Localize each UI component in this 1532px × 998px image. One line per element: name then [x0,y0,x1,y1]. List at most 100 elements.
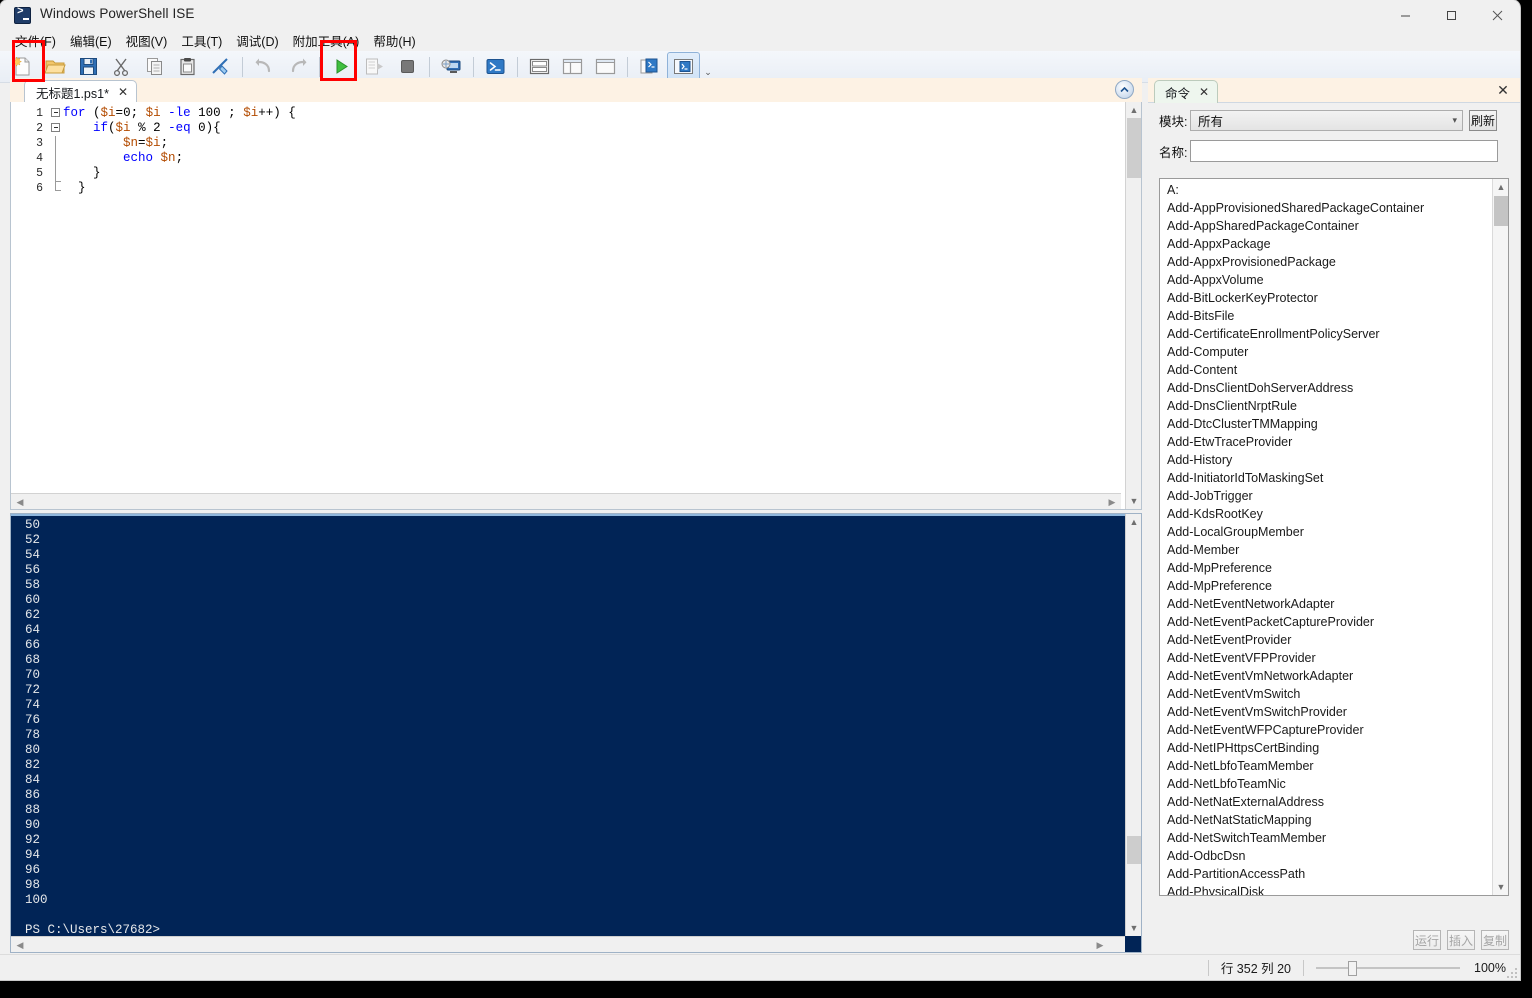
menu-file[interactable]: 文件(F) [8,30,63,52]
command-list-item[interactable]: Add-DtcClusterTMMapping [1160,415,1492,433]
code-content[interactable]: 1 for ($i=0; $i -le 100 ; $i++) { 2 if($… [11,106,1121,488]
command-list-item[interactable]: Add-AppProvisionedSharedPackageContainer [1160,199,1492,217]
stop-operation-icon[interactable] [392,53,423,81]
script-file-tab[interactable]: 无标题1.ps1* ✕ [24,80,138,103]
minimize-button[interactable] [1382,0,1428,31]
script-editor[interactable]: 1 for ($i=0; $i -le 100 ; $i++) { 2 if($… [10,102,1142,510]
save-icon[interactable] [73,53,104,81]
command-list-item[interactable]: Add-MpPreference [1160,577,1492,595]
command-list-item[interactable]: Add-AppSharedPackageContainer [1160,217,1492,235]
scroll-down-icon[interactable]: ▼ [1127,921,1141,935]
command-list-item[interactable]: Add-AppxProvisionedPackage [1160,253,1492,271]
scroll-right-icon[interactable]: ▶ [1105,495,1119,509]
paste-icon[interactable] [172,53,203,81]
console-output-area[interactable]: 50 52 54 56 58 60 62 64 66 68 70 72 74 7… [11,514,1125,936]
scroll-up-icon[interactable]: ▲ [1127,515,1141,529]
menu-view[interactable]: 视图(V) [119,30,175,52]
command-list-item[interactable]: Add-NetEventVmNetworkAdapter [1160,667,1492,685]
command-list-item[interactable]: Add-NetEventVmSwitch [1160,685,1492,703]
command-list[interactable]: A: Add-AppProvisionedSharedPackageContain… [1159,178,1509,896]
cut-scissors-icon[interactable] [106,53,137,81]
command-list-item[interactable]: Add-LocalGroupMember [1160,523,1492,541]
command-list-item[interactable]: Add-History [1160,451,1492,469]
command-list-item[interactable]: Add-BitLockerKeyProtector [1160,289,1492,307]
new-remote-session-icon[interactable] [436,53,467,81]
run-script-icon[interactable] [326,53,357,81]
maximize-button[interactable] [1428,0,1474,31]
scroll-right-icon[interactable]: ▶ [1093,938,1107,952]
layout-side-by-side-icon[interactable] [557,53,588,81]
scrollbar-thumb[interactable] [1127,836,1141,864]
close-icon[interactable]: ✕ [1199,85,1209,99]
command-list-item[interactable]: Add-NetNatExternalAddress [1160,793,1492,811]
scroll-up-icon[interactable]: ▲ [1127,103,1141,117]
layout-maximize-script-icon[interactable] [590,53,621,81]
script-horizontal-scrollbar[interactable]: ◀ ▶ [11,493,1121,509]
copy-icon[interactable] [139,53,170,81]
console-vertical-scrollbar[interactable]: ▲ ▼ [1125,514,1141,936]
scroll-up-icon[interactable]: ▲ [1494,180,1508,194]
menu-help[interactable]: 帮助(H) [366,30,422,52]
command-list-item[interactable]: Add-NetEventWFPCaptureProvider [1160,721,1492,739]
undo-icon[interactable] [249,53,280,81]
command-list-item[interactable]: Add-AppxPackage [1160,235,1492,253]
command-list-item[interactable]: Add-DnsClientNrptRule [1160,397,1492,415]
run-selection-icon[interactable] [359,53,390,81]
command-list-item[interactable]: Add-DnsClientDohServerAddress [1160,379,1492,397]
open-folder-icon[interactable] [40,53,71,81]
script-vertical-scrollbar[interactable]: ▲ ▼ [1125,102,1141,509]
redo-icon[interactable] [282,53,313,81]
resize-grip[interactable] [1506,966,1518,978]
copy-command-button[interactable]: 复制 [1481,930,1509,950]
menu-edit[interactable]: 编辑(E) [63,30,119,52]
layout-top-bottom-icon[interactable] [524,53,555,81]
start-powershell-icon[interactable] [480,53,511,81]
run-command-button[interactable]: 运行 [1413,930,1441,950]
command-list-item[interactable]: Add-NetLbfoTeamMember [1160,757,1492,775]
command-pane-close-icon[interactable]: ✕ [1494,81,1512,99]
close-icon[interactable]: ✕ [118,86,128,98]
command-list-item[interactable]: Add-BitsFile [1160,307,1492,325]
command-list-item[interactable]: Add-Content [1160,361,1492,379]
console-pane[interactable]: 50 52 54 56 58 60 62 64 66 68 70 72 74 7… [10,513,1142,953]
command-list-item[interactable]: Add-JobTrigger [1160,487,1492,505]
show-command-pane-icon[interactable] [667,51,700,82]
chevron-up-icon[interactable] [1115,80,1134,99]
fold-marker[interactable] [49,121,63,136]
refresh-button[interactable]: 刷新 [1469,110,1497,131]
command-list-item[interactable]: Add-EtwTraceProvider [1160,433,1492,451]
console-horizontal-scrollbar[interactable]: ◀ ▶ [11,936,1125,952]
command-list-item[interactable]: Add-PhysicalDisk [1160,883,1492,895]
command-list-items[interactable]: A: Add-AppProvisionedSharedPackageContain… [1160,179,1492,895]
scrollbar-thumb[interactable] [1494,196,1508,226]
command-list-item[interactable]: Add-InitiatorIdToMaskingSet [1160,469,1492,487]
command-list-item[interactable]: Add-NetEventVmSwitchProvider [1160,703,1492,721]
fold-marker[interactable] [49,106,63,121]
command-list-item[interactable]: Add-NetLbfoTeamNic [1160,775,1492,793]
insert-command-button[interactable]: 插入 [1447,930,1475,950]
command-list-item[interactable]: Add-Member [1160,541,1492,559]
command-list-item[interactable]: Add-NetEventProvider [1160,631,1492,649]
close-button[interactable] [1474,0,1520,31]
command-list-item[interactable]: Add-NetNatStaticMapping [1160,811,1492,829]
menu-debug[interactable]: 调试(D) [229,30,285,52]
module-select[interactable]: 所有 ▾ [1190,110,1463,131]
zoom-slider-thumb[interactable] [1348,960,1358,976]
command-list-item[interactable]: Add-PartitionAccessPath [1160,865,1492,883]
clear-console-icon[interactable] [205,53,236,81]
command-list-item[interactable]: Add-NetEventPacketCaptureProvider [1160,613,1492,631]
command-list-item[interactable]: Add-Computer [1160,343,1492,361]
name-input[interactable] [1190,140,1498,162]
command-list-item[interactable]: A: [1160,181,1492,199]
command-list-scrollbar[interactable]: ▲ ▼ [1492,179,1508,895]
menu-tools[interactable]: 工具(T) [174,30,229,52]
scroll-down-icon[interactable]: ▼ [1494,880,1508,894]
command-list-item[interactable]: Add-KdsRootKey [1160,505,1492,523]
command-list-item[interactable]: Add-OdbcDsn [1160,847,1492,865]
scroll-left-icon[interactable]: ◀ [13,495,27,509]
command-list-item[interactable]: Add-NetEventNetworkAdapter [1160,595,1492,613]
command-list-item[interactable]: Add-AppxVolume [1160,271,1492,289]
command-list-item[interactable]: Add-NetSwitchTeamMember [1160,829,1492,847]
command-list-item[interactable]: Add-NetEventVFPProvider [1160,649,1492,667]
scrollbar-thumb[interactable] [1127,118,1141,178]
